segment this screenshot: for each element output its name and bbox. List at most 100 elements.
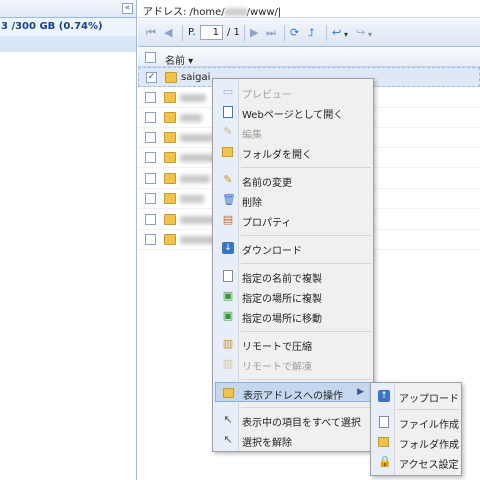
prev-page-icon[interactable]: ◀ — [164, 26, 172, 39]
menu-item-select-all[interactable]: ↖ 表示中の項目をすべて選択 — [215, 410, 371, 430]
first-page-icon[interactable]: ⏮ — [146, 26, 156, 39]
toolbar: ⏮ ◀ P. 1 / 1 ▶ ⏭ ⟳ ⮥ ↩ ▾ ↪ ▾ — [138, 19, 480, 47]
row-checkbox[interactable] — [145, 112, 156, 123]
redacted-name — [180, 134, 214, 142]
tree-selected-row[interactable] — [0, 36, 136, 52]
row-checkbox[interactable] — [145, 173, 156, 184]
folder-icon — [165, 72, 177, 83]
toolbar-separator — [244, 25, 245, 41]
menu-item-deselect[interactable]: ↖ 選択を解除 — [215, 430, 371, 450]
menu-item-rename[interactable]: ✎ 名前の変更 — [215, 170, 371, 190]
menu-item-label: フォルダを開く — [242, 150, 312, 161]
back-dropdown-icon[interactable]: ▾ — [344, 28, 348, 41]
collapse-panel-button[interactable]: « — [122, 3, 133, 14]
redacted-name — [180, 114, 202, 122]
menu-item-label: 指定の場所に移動 — [242, 314, 322, 325]
copy-to-folder-icon: ▣ — [222, 289, 234, 302]
page-input[interactable]: 1 — [200, 25, 223, 40]
folder-icon — [164, 112, 176, 123]
submenu-arrow-icon: ▶ — [357, 387, 364, 397]
menu-item-properties[interactable]: ▤ プロパティ — [215, 210, 371, 230]
menu-item-edit[interactable]: ✎ 編集 — [215, 122, 371, 142]
menu-separator — [241, 167, 371, 168]
row-checkbox[interactable] — [145, 92, 156, 103]
menu-item-preview[interactable]: ▭ プレビュー — [215, 82, 371, 102]
folder-icon — [164, 234, 176, 245]
row-checkbox[interactable] — [145, 214, 156, 225]
address-bar[interactable]: アドレス: /home/ /www/| — [138, 0, 480, 18]
web-page-icon — [222, 106, 234, 118]
menu-item-label: 選択を解除 — [242, 438, 292, 449]
select-all-checkbox[interactable] — [145, 52, 156, 63]
folder-icon — [164, 152, 176, 163]
menu-item-label: アクセス設定 — [399, 460, 459, 471]
last-page-icon[interactable]: ⏭ — [266, 26, 276, 39]
row-checkbox[interactable]: ✓ — [146, 72, 157, 83]
parent-folder-icon[interactable]: ⮥ — [308, 26, 315, 39]
redacted-name — [180, 175, 210, 183]
menu-separator — [241, 331, 371, 332]
back-icon[interactable]: ↩ — [332, 26, 341, 39]
menu-item-label: ファイル作成 — [399, 420, 459, 431]
row-checkbox[interactable] — [145, 132, 156, 143]
open-folder-icon — [222, 146, 234, 158]
upload-icon: ↑ — [378, 390, 390, 402]
forward-icon[interactable]: ↪ — [356, 26, 365, 39]
menu-item-label: プレビュー — [242, 90, 292, 101]
refresh-icon[interactable]: ⟳ — [290, 26, 299, 39]
redacted-name — [180, 94, 206, 102]
folder-icon — [223, 387, 235, 399]
menu-item-label: 名前の変更 — [242, 178, 292, 189]
lock-icon: 🔒 — [378, 455, 392, 468]
context-menu: ▭ プレビュー Webページとして開く ✎ 編集 フォルダを開く ✎ 名前の変更… — [212, 78, 374, 452]
row-checkbox[interactable] — [145, 193, 156, 204]
menu-item-compress[interactable]: ▥ リモートで圧縮 — [215, 334, 371, 354]
folder-icon — [164, 214, 176, 225]
menu-item-address-ops[interactable]: 表示アドレスへの操作 ▶ — [215, 382, 371, 402]
menu-item-download[interactable]: ↓ ダウンロード — [215, 238, 371, 258]
move-to-folder-icon: ▣ — [222, 309, 234, 322]
menu-item-copy-named[interactable]: 指定の名前で複製 — [215, 266, 371, 286]
cursor-icon: ↖ — [223, 413, 233, 426]
trash-icon: 🗑 — [222, 193, 236, 206]
row-checkbox[interactable] — [145, 234, 156, 245]
redacted-name — [180, 216, 216, 224]
menu-item-delete[interactable]: 🗑 削除 — [215, 190, 371, 210]
submenu-item-access[interactable]: 🔒 アクセス設定 — [373, 452, 459, 472]
menu-item-label: 表示中の項目をすべて選択 — [242, 418, 361, 429]
archive-icon: ▥ — [222, 337, 234, 350]
redacted-name — [180, 195, 204, 203]
text-cursor: | — [277, 7, 282, 18]
menu-item-label: 指定の場所に複製 — [242, 294, 322, 305]
menu-separator — [241, 407, 371, 408]
menu-item-copy-to[interactable]: ▣ 指定の場所に複製 — [215, 286, 371, 306]
file-name: saigai — [181, 72, 211, 83]
address-label: アドレス: /home/ — [143, 7, 225, 18]
folder-icon — [164, 92, 176, 103]
menu-item-label: 編集 — [242, 130, 262, 141]
submenu-item-new-file[interactable]: ファイル作成 — [373, 412, 459, 432]
toolbar-separator — [182, 25, 183, 41]
submenu-item-upload[interactable]: ↑ アップロード — [373, 386, 459, 406]
folder-icon — [164, 193, 176, 204]
forward-dropdown-icon[interactable]: ▾ — [368, 28, 372, 41]
page-label: P. — [188, 27, 196, 38]
submenu-item-new-folder[interactable]: フォルダ作成 — [373, 432, 459, 452]
menu-item-open-web[interactable]: Webページとして開く — [215, 102, 371, 122]
row-checkbox[interactable] — [145, 152, 156, 163]
menu-item-label: フォルダ作成 — [399, 440, 459, 451]
menu-item-extract[interactable]: ▥ リモートで解凍 — [215, 354, 371, 374]
redacted-username — [224, 8, 247, 16]
menu-item-open-folder[interactable]: フォルダを開く — [215, 142, 371, 162]
menu-separator — [241, 379, 371, 380]
folder-icon — [164, 173, 176, 184]
menu-item-label: Webページとして開く — [242, 110, 344, 121]
new-file-icon — [378, 416, 390, 428]
toolbar-separator — [284, 25, 285, 41]
address-suffix: /www/ — [246, 7, 278, 18]
name-column-header[interactable]: 名前 ▾ — [165, 52, 193, 67]
next-page-icon[interactable]: ▶ — [250, 26, 258, 39]
folder-icon — [164, 132, 176, 143]
menu-item-move-to[interactable]: ▣ 指定の場所に移動 — [215, 306, 371, 326]
menu-item-label: プロパティ — [242, 218, 292, 229]
